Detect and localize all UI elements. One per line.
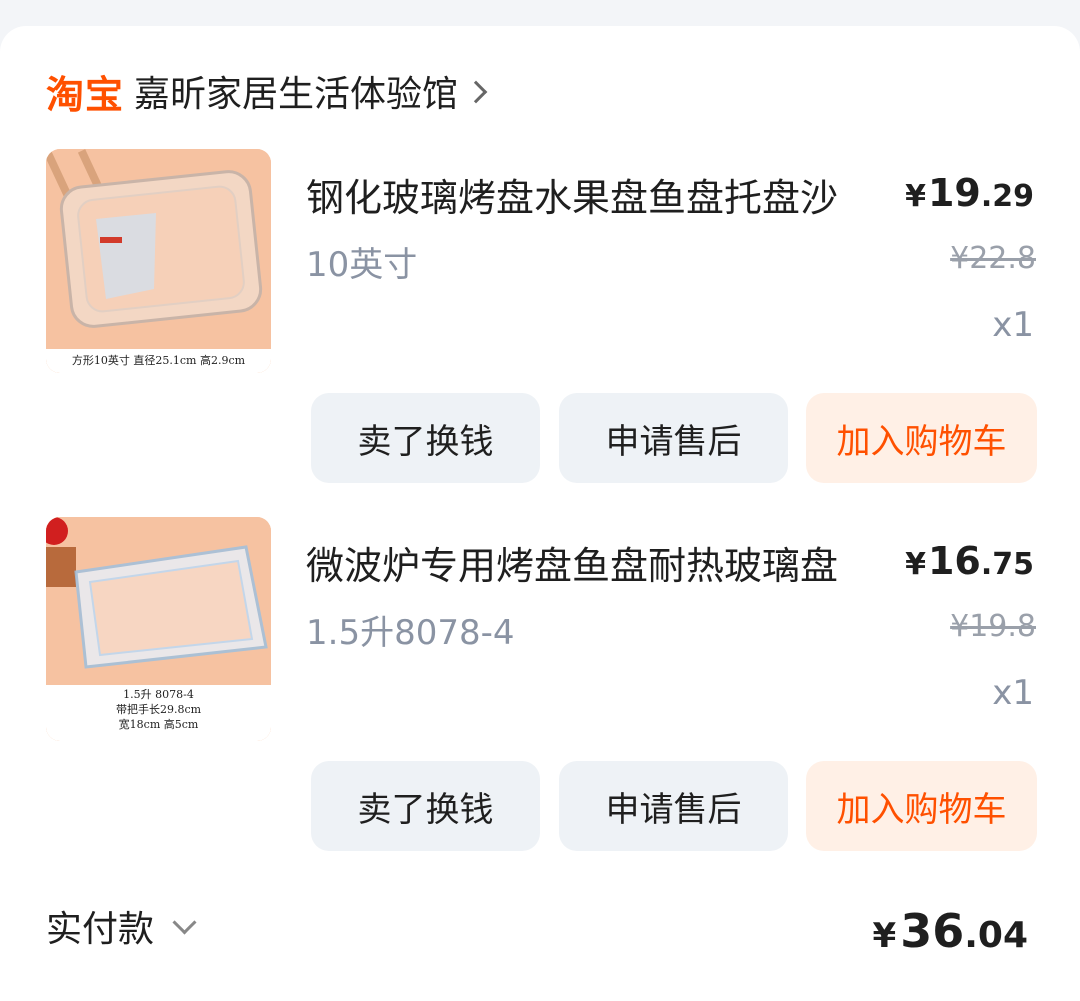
after-sale-button[interactable]: 申请售后 xyxy=(559,761,788,851)
payment-summary[interactable]: 实付款 xyxy=(46,900,197,952)
caption-line: 宽18cm 高5cm xyxy=(118,718,199,731)
price-decimal: .29 xyxy=(980,179,1034,214)
product-spec: 10英寸 xyxy=(306,245,418,285)
add-to-cart-button[interactable]: 加入购物车 xyxy=(806,393,1037,483)
taobao-logo: 淘宝 xyxy=(46,72,125,117)
price-decimal: .75 xyxy=(980,547,1034,582)
thumbnail-caption: 1.5升 8078-4 带把手长29.8cm 宽18cm 高5cm xyxy=(46,685,271,741)
price-currency: ¥ xyxy=(905,179,926,214)
glass-tray-image xyxy=(46,149,271,373)
quantity: x1 xyxy=(992,673,1034,713)
chevron-right-icon[interactable] xyxy=(464,80,488,104)
product-title[interactable]: 钢化玻璃烤盘水果盘鱼盘托盘沙 xyxy=(306,167,886,222)
product-price: ¥19.29 xyxy=(905,171,1034,215)
after-sale-button[interactable]: 申请售后 xyxy=(559,393,788,483)
original-price: ¥19.8 xyxy=(950,609,1036,644)
payment-total: ¥36.04 xyxy=(873,904,1028,958)
sell-button[interactable]: 卖了换钱 xyxy=(311,761,540,851)
quantity: x1 xyxy=(992,305,1034,345)
original-price: ¥22.8 xyxy=(950,241,1036,276)
caption-line: 带把手长29.8cm xyxy=(115,703,202,716)
thumbnail-caption: 方形10英寸 直径25.1cm 高2.9cm xyxy=(46,349,271,373)
chevron-down-icon[interactable] xyxy=(172,909,197,935)
price-integer: 19 xyxy=(927,171,981,215)
price-integer: 16 xyxy=(927,539,981,583)
total-currency: ¥ xyxy=(872,916,897,956)
shop-header[interactable]: 淘宝 嘉昕家居生活体验馆 xyxy=(46,65,488,117)
product-price: ¥16.75 xyxy=(905,539,1034,583)
price-currency: ¥ xyxy=(905,547,926,582)
total-decimal: .04 xyxy=(964,915,1028,956)
shop-name[interactable]: 嘉昕家居生活体验馆 xyxy=(134,65,458,117)
add-to-cart-button[interactable]: 加入购物车 xyxy=(806,761,1037,851)
order-item: 1.5升 8078-4 带把手长29.8cm 宽18cm 高5cm 微波炉专用烤… xyxy=(0,517,1080,857)
payment-label: 实付款 xyxy=(46,909,155,950)
product-thumbnail[interactable]: 方形10英寸 直径25.1cm 高2.9cm xyxy=(46,149,271,373)
product-thumbnail[interactable]: 1.5升 8078-4 带把手长29.8cm 宽18cm 高5cm xyxy=(46,517,271,741)
total-integer: 36 xyxy=(900,904,965,958)
caption-line: 1.5升 8078-4 xyxy=(123,688,194,701)
order-item: 方形10英寸 直径25.1cm 高2.9cm 钢化玻璃烤盘水果盘鱼盘托盘沙 10… xyxy=(0,149,1080,489)
sell-button[interactable]: 卖了换钱 xyxy=(311,393,540,483)
product-title[interactable]: 微波炉专用烤盘鱼盘耐热玻璃盘 xyxy=(306,535,886,590)
product-spec: 1.5升8078-4 xyxy=(306,613,515,653)
